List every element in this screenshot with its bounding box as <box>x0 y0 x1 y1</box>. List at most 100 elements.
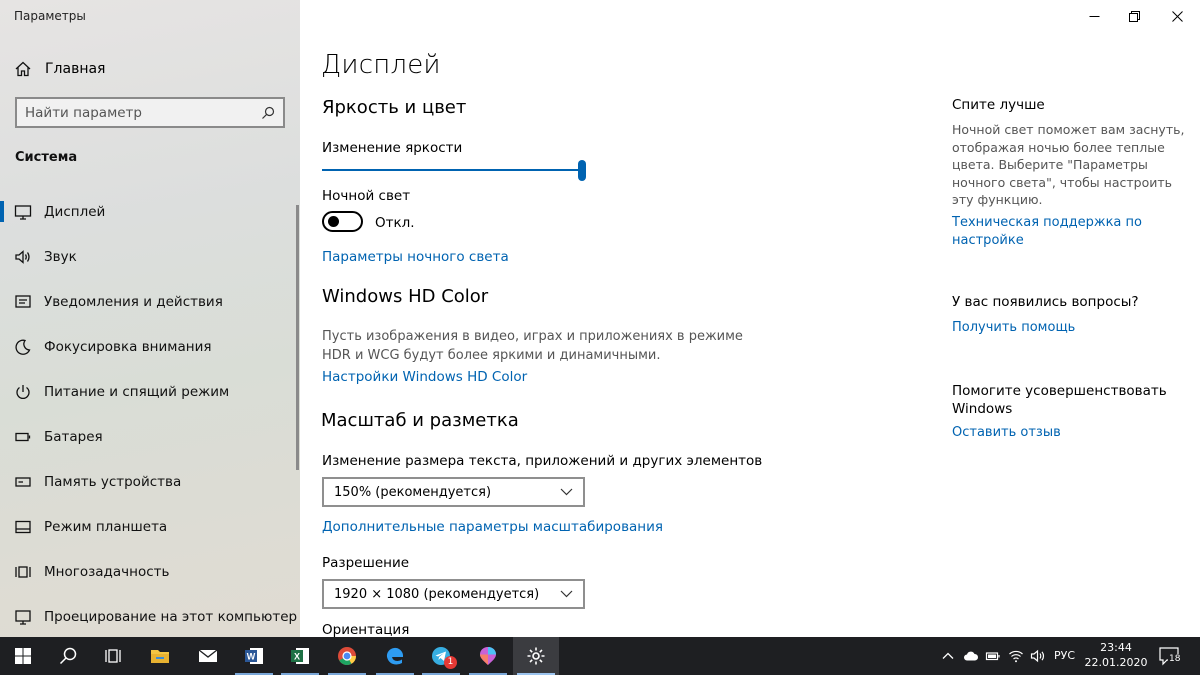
brightness-slider-track[interactable] <box>322 169 580 171</box>
sidebar-item-label: Память устройства <box>44 473 182 490</box>
search-icon <box>59 647 77 665</box>
toggle-knob <box>328 216 339 227</box>
sidebar-item-battery[interactable]: Батарея <box>0 414 300 459</box>
sidebar-item-label: Фокусировка внимания <box>44 338 212 355</box>
language-indicator[interactable]: РУС <box>1054 649 1075 662</box>
night-light-state: Откл. <box>375 215 415 231</box>
main-content: Дисплей Яркость и цвет Изменение яркости… <box>300 0 940 638</box>
scale-heading: Масштаб и разметка <box>321 410 519 431</box>
word-button[interactable]: W <box>231 637 277 675</box>
speaker-icon <box>15 249 30 264</box>
search-icon[interactable] <box>261 106 275 120</box>
start-button[interactable] <box>0 637 46 675</box>
nav-list: Дисплей Звук Уведомления и действия Фоку… <box>0 189 300 637</box>
telegram-badge: 1 <box>444 656 457 669</box>
chrome-button[interactable] <box>324 637 370 675</box>
sidebar-item-storage[interactable]: Память устройства <box>0 459 300 504</box>
sidebar-item-sound[interactable]: Звук <box>0 234 300 279</box>
setup-support-link[interactable]: Техническая поддержка по настройке <box>952 214 1182 250</box>
improve-heading: Помогите усовершенствовать Windows <box>952 383 1167 417</box>
battery-icon <box>985 652 1000 661</box>
questions-heading: У вас появились вопросы? <box>952 294 1139 310</box>
sidebar-item-notifications[interactable]: Уведомления и действия <box>0 279 300 324</box>
sidebar-item-projection[interactable]: Проецирование на этот компьютер <box>0 594 300 637</box>
orientation-label: Ориентация <box>322 622 410 638</box>
chevron-down-icon <box>560 488 573 496</box>
excel-button[interactable]: X <box>277 637 323 675</box>
tablet-icon <box>15 520 31 533</box>
wifi-button[interactable] <box>1006 637 1026 675</box>
file-explorer-button[interactable] <box>137 637 183 675</box>
sidebar: Параметры Главная Система Дисплей Звук У… <box>0 0 300 637</box>
sidebar-item-label: Режим планшета <box>44 518 168 535</box>
clock-date: 22.01.2020 <box>1084 656 1148 669</box>
clock[interactable]: 23:44 22.01.2020 <box>1082 640 1150 670</box>
tray-overflow-button[interactable] <box>938 637 958 675</box>
sidebar-item-tablet-mode[interactable]: Режим планшета <box>0 504 300 549</box>
storage-icon <box>15 476 31 487</box>
get-help-link[interactable]: Получить помощь <box>952 319 1182 337</box>
sleep-heading: Спите лучше <box>952 97 1045 113</box>
sidebar-item-label: Многозадачность <box>44 563 170 580</box>
restore-button[interactable] <box>1111 0 1157 32</box>
clock-time: 23:44 <box>1100 641 1132 654</box>
edge-button[interactable] <box>372 637 418 675</box>
sidebar-item-focus-assist[interactable]: Фокусировка внимания <box>0 324 300 369</box>
page-title: Дисплей <box>321 50 441 80</box>
paint-3d-icon <box>480 647 496 665</box>
brightness-slider-thumb[interactable] <box>578 160 586 181</box>
sidebar-item-display[interactable]: Дисплей <box>0 189 300 234</box>
notification-icon <box>15 294 31 308</box>
restore-icon <box>1128 10 1140 22</box>
sidebar-item-power-sleep[interactable]: Питание и спящий режим <box>0 369 300 414</box>
search-input[interactable] <box>25 104 261 121</box>
battery-tray-button[interactable] <box>983 637 1003 675</box>
resolution-value: 1920 × 1080 (рекомендуется) <box>334 586 540 602</box>
settings-icon <box>527 647 545 665</box>
sidebar-item-label: Звук <box>44 248 77 265</box>
sidebar-item-label: Проецирование на этот компьютер <box>44 608 298 625</box>
battery-icon <box>15 432 31 441</box>
brightness-label: Изменение яркости <box>322 140 463 156</box>
sidebar-scrollbar[interactable] <box>296 205 299 470</box>
cloud-icon <box>964 651 979 661</box>
chevron-up-icon <box>942 652 954 659</box>
home-icon <box>15 61 31 77</box>
home-nav-item[interactable]: Главная <box>14 58 105 80</box>
volume-button[interactable] <box>1028 637 1048 675</box>
feedback-link[interactable]: Оставить отзыв <box>952 424 1182 442</box>
multitask-icon <box>15 565 31 578</box>
section-label: Система <box>15 150 78 165</box>
sidebar-item-label: Батарея <box>44 428 103 445</box>
resolution-dropdown[interactable]: 1920 × 1080 (рекомендуется) <box>322 579 585 609</box>
task-view-button[interactable] <box>90 637 136 675</box>
scale-dropdown[interactable]: 150% (рекомендуется) <box>322 477 585 507</box>
onedrive-button[interactable] <box>960 637 982 675</box>
hdr-heading: Windows HD Color <box>322 286 489 307</box>
scale-size-label: Изменение размера текста, приложений и д… <box>322 453 763 469</box>
search-button[interactable] <box>45 637 91 675</box>
app-title: Параметры <box>14 9 86 23</box>
hdr-settings-link[interactable]: Настройки Windows HD Color <box>322 369 527 385</box>
wifi-icon <box>1009 650 1023 663</box>
settings-button[interactable] <box>513 637 559 675</box>
brightness-heading: Яркость и цвет <box>322 97 467 118</box>
speaker-icon <box>1030 649 1045 663</box>
search-box[interactable] <box>15 97 285 128</box>
sidebar-item-multitasking[interactable]: Многозадачность <box>0 549 300 594</box>
close-button[interactable] <box>1154 0 1200 32</box>
moon-icon <box>15 339 31 355</box>
paint-3d-button[interactable] <box>465 637 511 675</box>
telegram-button[interactable]: 1 <box>418 637 464 675</box>
start-icon <box>15 648 31 664</box>
advanced-scaling-link[interactable]: Дополнительные параметры масштабирования <box>322 519 663 535</box>
mail-button[interactable] <box>185 637 231 675</box>
scale-value: 150% (рекомендуется) <box>334 484 492 500</box>
night-light-label: Ночной свет <box>322 188 411 204</box>
night-light-settings-link[interactable]: Параметры ночного света <box>322 249 509 265</box>
mail-icon <box>198 649 218 662</box>
night-light-toggle[interactable] <box>322 211 363 232</box>
excel-icon: X <box>291 648 309 664</box>
sidebar-item-label: Дисплей <box>44 203 106 220</box>
file-explorer-icon <box>151 650 169 663</box>
